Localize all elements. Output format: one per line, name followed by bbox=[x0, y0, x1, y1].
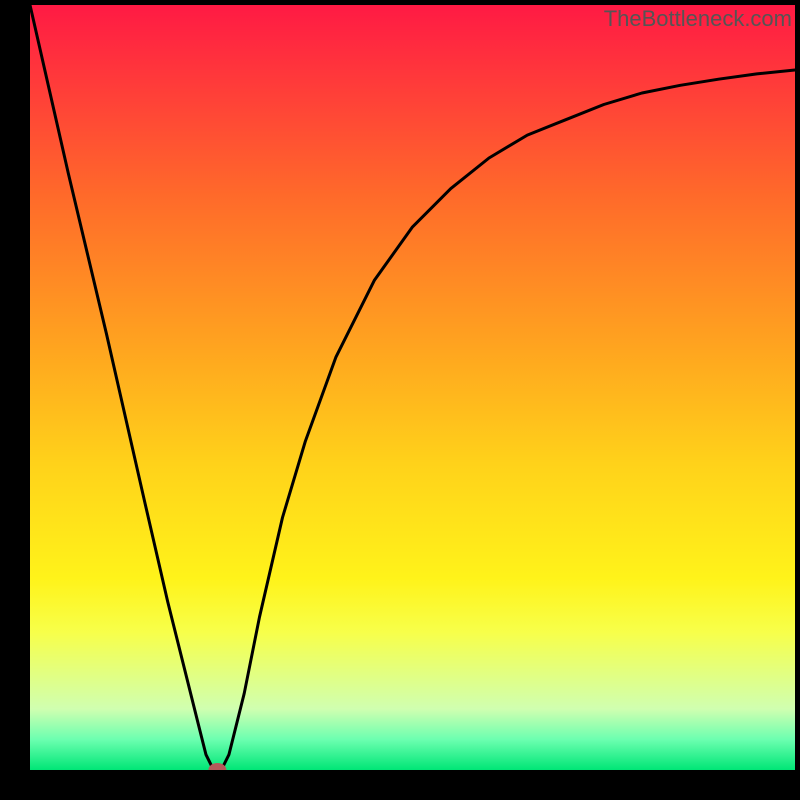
bottleneck-chart: TheBottleneck.com bbox=[0, 0, 800, 800]
plot-area bbox=[30, 5, 795, 770]
curve-path bbox=[30, 5, 795, 770]
curve-svg bbox=[30, 5, 795, 770]
